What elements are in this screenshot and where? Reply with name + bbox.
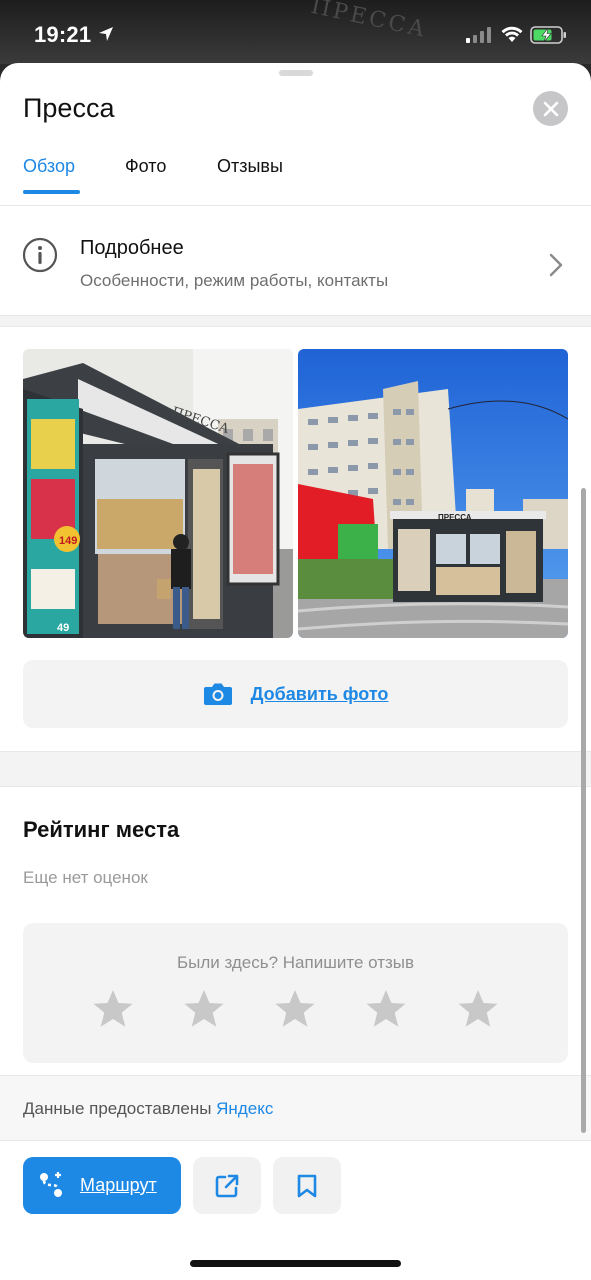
add-photo-button[interactable]: Добавить фото [23,660,568,728]
scrollbar[interactable] [581,488,586,1133]
tab-bar: Обзор Фото Отзывы [0,153,591,206]
section-divider-2 [0,751,591,787]
tab-overview[interactable]: Обзор [23,156,75,177]
star-icon[interactable] [365,989,407,1029]
review-prompt-box: Были здесь? Напишите отзыв [23,923,568,1063]
tab-reviews[interactable]: Отзывы [217,156,283,177]
info-icon [22,237,58,273]
review-prompt[interactable]: Были здесь? Напишите отзыв [23,953,568,973]
rating-status: Еще нет оценок [23,868,148,887]
place-photo-1[interactable]: 149 49 ПРЕССА [23,349,293,638]
chevron-right-icon [549,253,563,277]
share-icon [215,1174,239,1197]
status-bar: ПРЕССА 19:21 [0,0,591,64]
route-label: Маршрут [80,1175,157,1195]
details-subtitle: Особенности, режим работы, контакты [80,271,389,290]
signal-icon [466,27,491,43]
tab-photos[interactable]: Фото [125,156,166,177]
poster-price-2: 49 [57,622,69,634]
place-card-sheet: Пресса Обзор Фото Отзывы Подробнее Особе… [0,63,591,1280]
close-button[interactable] [533,91,568,126]
kiosk-sign-2: ПРЕССА [438,513,472,522]
star-icon[interactable] [274,989,316,1029]
location-arrow-icon [99,27,113,41]
data-source-prefix: Данные предоставлены [23,1099,217,1118]
home-indicator [190,1260,401,1267]
section-divider [0,315,591,327]
share-button[interactable] [193,1157,261,1214]
status-time: 19:21 [34,22,92,47]
star-icon[interactable] [183,989,225,1029]
star-icon[interactable] [92,989,134,1029]
details-row[interactable]: Подробнее Особенности, режим работы, кон… [0,207,591,315]
bookmark-icon [297,1174,317,1197]
battery-charging-icon [530,26,566,44]
camera-icon [203,683,232,705]
details-title: Подробнее [80,237,184,259]
add-photo-label: Добавить фото [250,683,389,704]
sheet-grabber[interactable] [279,70,313,76]
place-title: Пресса [23,93,115,123]
place-photo-2[interactable]: ПРЕССА [298,349,568,638]
data-source-footer: Данные предоставлены Яндекс [0,1075,591,1141]
wifi-icon [501,26,523,42]
active-tab-indicator [23,190,80,194]
star-icon[interactable] [457,989,499,1029]
close-icon [543,101,558,116]
bookmark-button[interactable] [273,1157,341,1214]
route-icon [40,1172,62,1197]
yandex-link[interactable]: Яндекс [216,1099,273,1118]
data-source-text: Данные предоставлены Яндекс [23,1099,273,1119]
rating-title: Рейтинг места [23,817,180,842]
background-sign: ПРЕССА [308,0,430,44]
poster-price: 149 [59,535,77,547]
route-button[interactable]: Маршрут [23,1157,181,1214]
